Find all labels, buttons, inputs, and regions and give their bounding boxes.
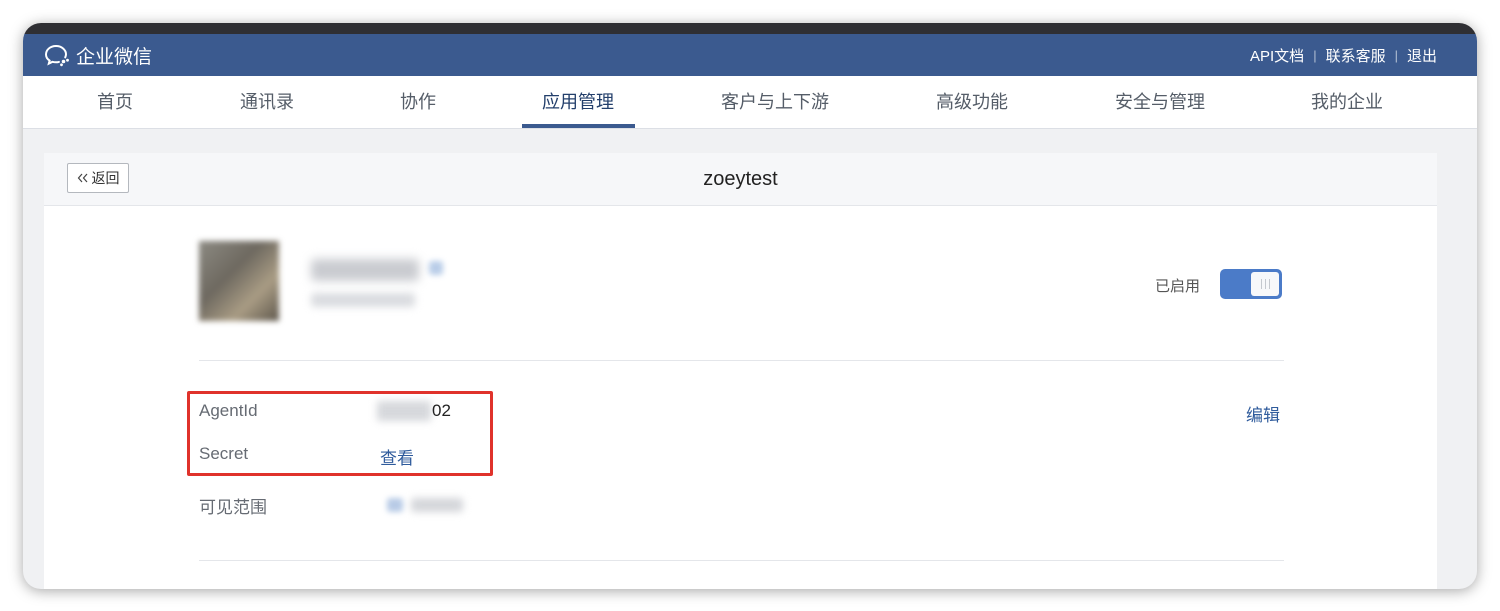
header-separator: | xyxy=(1394,47,1398,63)
divider xyxy=(199,560,1284,561)
card-header: zoeytest 返回 xyxy=(44,153,1437,206)
app-description-redacted xyxy=(311,293,415,307)
edit-name-icon xyxy=(429,261,443,275)
logout-link[interactable]: 退出 xyxy=(1407,45,1437,66)
app-detail-card: zoeytest 返回 已启用 AgentId 02 Secret 查看 可见范… xyxy=(44,153,1437,589)
nav-contacts[interactable]: 通讯录 xyxy=(240,76,294,128)
window-top-strip xyxy=(23,23,1477,34)
active-tab-indicator xyxy=(522,124,635,128)
main-nav: 首页 通讯录 协作 应用管理 客户与上下游 高级功能 安全与管理 我的企业 xyxy=(23,76,1477,129)
top-header: 企业微信 API文档 | 联系客服 | 退出 xyxy=(23,34,1477,76)
header-links: API文档 | 联系客服 | 退出 xyxy=(1250,45,1437,66)
toggle-knob xyxy=(1251,272,1279,296)
back-label: 返回 xyxy=(91,170,120,186)
nav-app-management[interactable]: 应用管理 xyxy=(542,76,614,128)
logo[interactable]: 企业微信 xyxy=(44,42,152,69)
back-button[interactable]: 返回 xyxy=(67,163,129,193)
edit-link[interactable]: 编辑 xyxy=(1246,401,1280,426)
nav-advanced[interactable]: 高级功能 xyxy=(936,76,1008,128)
header-separator: | xyxy=(1313,47,1317,63)
highlight-annotation-box xyxy=(187,391,493,476)
nav-security[interactable]: 安全与管理 xyxy=(1115,76,1205,128)
contact-support-link[interactable]: 联系客服 xyxy=(1326,45,1386,66)
wecom-logo-icon xyxy=(44,43,72,67)
nav-my-company[interactable]: 我的企业 xyxy=(1311,76,1383,128)
nav-customers[interactable]: 客户与上下游 xyxy=(721,76,829,128)
logo-text: 企业微信 xyxy=(76,46,153,68)
nav-home[interactable]: 首页 xyxy=(97,76,133,128)
enable-toggle[interactable] xyxy=(1220,269,1282,299)
visible-scope-label: 可见范围 xyxy=(199,498,267,517)
app-name-redacted xyxy=(311,259,419,281)
api-docs-link[interactable]: API文档 xyxy=(1250,45,1304,66)
nav-collaboration[interactable]: 协作 xyxy=(400,76,436,128)
scope-department-icon xyxy=(387,498,403,512)
app-window: 企业微信 API文档 | 联系客服 | 退出 首页 通讯录 协作 应用管理 客户… xyxy=(23,23,1477,589)
scope-value-redacted xyxy=(411,498,463,512)
app-avatar xyxy=(199,241,279,321)
app-summary: 已启用 xyxy=(199,241,1284,327)
page-title: zoeytest xyxy=(703,168,778,190)
divider xyxy=(199,360,1284,361)
status-label: 已启用 xyxy=(1155,278,1201,295)
double-chevron-left-icon xyxy=(77,170,89,186)
